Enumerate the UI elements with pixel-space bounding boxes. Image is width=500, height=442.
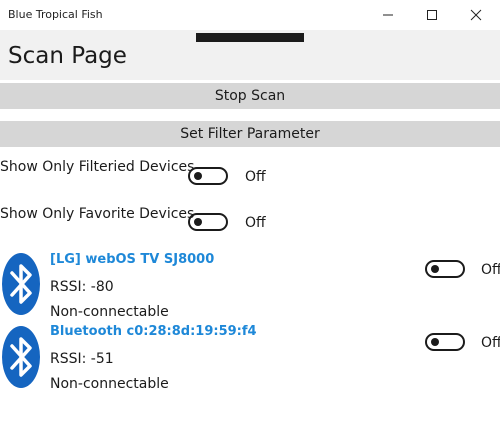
bluetooth-icon: [2, 253, 40, 315]
show-filtered-state: Off: [245, 169, 266, 185]
minimize-icon: [383, 14, 393, 16]
header-indicator: [196, 33, 304, 42]
show-filtered-toggle[interactable]: [188, 167, 228, 185]
maximize-button[interactable]: [412, 3, 452, 27]
toggle-knob: [194, 172, 202, 180]
device-toggle-state: Off: [481, 335, 500, 351]
device-connectable: Non-connectable: [50, 304, 169, 320]
toggle-knob: [431, 338, 439, 346]
device-connectable: Non-connectable: [50, 376, 169, 392]
device-rssi: RSSI: -80: [50, 279, 114, 295]
bluetooth-icon: [2, 326, 40, 388]
show-filtered-label: Show Only Filteried Devices: [0, 159, 195, 175]
app-title: Blue Tropical Fish: [8, 8, 103, 21]
toggle-knob: [431, 265, 439, 273]
device-rssi: RSSI: -51: [50, 351, 114, 367]
maximize-icon: [427, 10, 437, 20]
close-button[interactable]: [456, 3, 496, 27]
toggle-knob: [194, 218, 202, 226]
device-favorite-toggle[interactable]: [425, 260, 465, 278]
close-icon: [470, 9, 482, 21]
title-bar: Blue Tropical Fish: [0, 0, 500, 30]
stop-scan-button[interactable]: Stop Scan: [0, 83, 500, 109]
show-favorite-toggle[interactable]: [188, 213, 228, 231]
page-title: Scan Page: [8, 43, 127, 69]
device-name: [LG] webOS TV SJ8000: [50, 252, 215, 267]
device-favorite-toggle[interactable]: [425, 333, 465, 351]
show-favorite-label: Show Only Favorite Devices: [0, 206, 195, 222]
set-filter-parameter-button[interactable]: Set Filter Parameter: [0, 121, 500, 147]
show-favorite-state: Off: [245, 215, 266, 231]
device-name: Bluetooth c0:28:8d:19:59:f4: [50, 324, 257, 339]
minimize-button[interactable]: [368, 3, 408, 27]
device-toggle-state: Off: [481, 262, 500, 278]
